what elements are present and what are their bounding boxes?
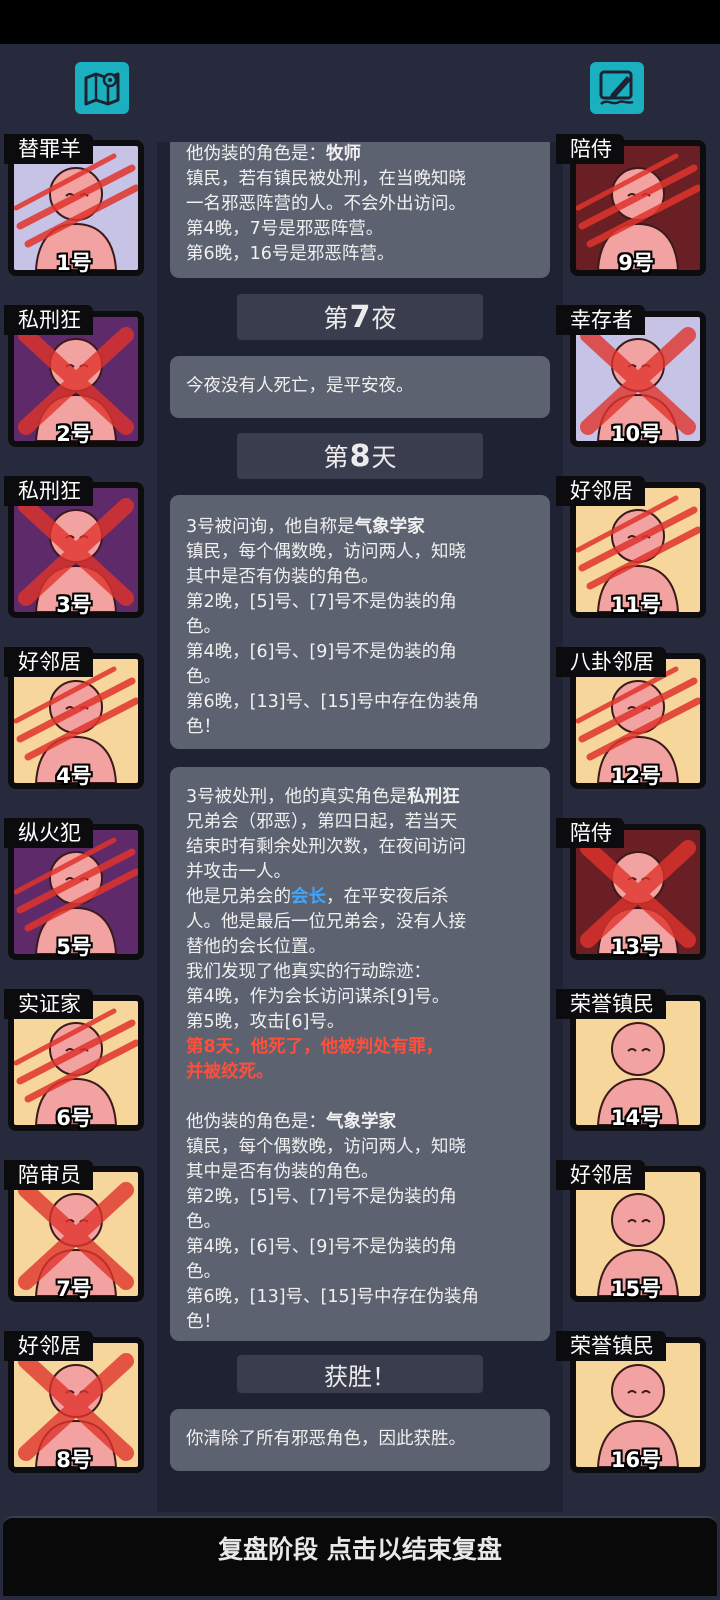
player-card-1号[interactable]: 替罪羊 1号 bbox=[0, 134, 160, 284]
player-number-label: 4号 bbox=[56, 764, 92, 788]
player-role-label: 幸存者 bbox=[556, 305, 645, 335]
player-card-9号[interactable]: 陪侍 9号 bbox=[556, 134, 720, 284]
player-card-13号[interactable]: 陪侍 13号 bbox=[556, 818, 720, 968]
map-icon bbox=[84, 72, 120, 106]
log-message-disguise: 他伪装的角色是：牧师 镇民，若有镇民被处刑，在当晚知晓 一名邪恶阵营的人。不会外… bbox=[170, 142, 550, 278]
player-role-label: 好邻居 bbox=[556, 476, 645, 506]
player-number-label: 14号 bbox=[610, 1106, 662, 1130]
player-number-label: 1号 bbox=[56, 251, 92, 275]
log-message-interrogation: 3号被问询，他自称是气象学家 镇民，每个偶数晚，访问两人，知晓 其中是否有伪装的… bbox=[170, 495, 550, 749]
player-card-16号[interactable]: 荣誉镇民 16号 bbox=[556, 1331, 720, 1481]
player-role-label: 实证家 bbox=[4, 989, 93, 1019]
player-card-15号[interactable]: 好邻居 15号 bbox=[556, 1160, 720, 1310]
player-number-label: 9号 bbox=[618, 251, 654, 275]
player-card-2号[interactable]: 私刑狂 2号 bbox=[0, 305, 160, 455]
player-card-6号[interactable]: 实证家 6号 bbox=[0, 989, 160, 1139]
day-8-header: 第8天 bbox=[237, 433, 483, 479]
status-bar bbox=[0, 0, 720, 44]
end-review-button[interactable]: 复盘阶段 点击以结束复盘 bbox=[3, 1516, 717, 1596]
player-number-label: 16号 bbox=[610, 1448, 662, 1472]
player-role-label: 八卦邻居 bbox=[556, 647, 666, 677]
player-number-label: 2号 bbox=[56, 422, 92, 446]
notes-button[interactable] bbox=[590, 62, 644, 114]
night-7-header: 第7夜 bbox=[237, 294, 483, 340]
player-role-label: 私刑狂 bbox=[4, 476, 93, 506]
log-message-execution: 3号被处刑，他的真实角色是私刑狂 兄弟会（邪恶），第四日起，若当天 结束时有剩余… bbox=[170, 767, 550, 1341]
player-number-label: 10号 bbox=[610, 422, 662, 446]
player-card-7号[interactable]: 陪审员 7号 bbox=[0, 1160, 160, 1310]
player-role-label: 替罪羊 bbox=[4, 134, 93, 164]
player-number-label: 7号 bbox=[56, 1277, 92, 1301]
player-role-label: 纵火犯 bbox=[4, 818, 93, 848]
player-card-3号[interactable]: 私刑狂 3号 bbox=[0, 476, 160, 626]
log-message-peaceful-night: 今夜没有人死亡，是平安夜。 bbox=[170, 356, 550, 418]
player-number-label: 5号 bbox=[56, 935, 92, 959]
player-role-label: 陪侍 bbox=[556, 134, 624, 164]
player-number-label: 6号 bbox=[56, 1106, 92, 1130]
map-button[interactable] bbox=[75, 62, 129, 114]
player-number-label: 11号 bbox=[610, 593, 662, 617]
player-role-label: 好邻居 bbox=[4, 1331, 93, 1361]
player-card-11号[interactable]: 好邻居 11号 bbox=[556, 476, 720, 626]
player-role-label: 好邻居 bbox=[556, 1160, 645, 1190]
player-card-5号[interactable]: 纵火犯 5号 bbox=[0, 818, 160, 968]
player-card-14号[interactable]: 荣誉镇民 14号 bbox=[556, 989, 720, 1139]
player-role-label: 荣誉镇民 bbox=[556, 989, 666, 1019]
player-role-label: 陪审员 bbox=[4, 1160, 93, 1190]
player-number-label: 3号 bbox=[56, 593, 92, 617]
player-number-label: 15号 bbox=[610, 1277, 662, 1301]
player-card-4号[interactable]: 好邻居 4号 bbox=[0, 647, 160, 797]
game-log-panel[interactable]: 他伪装的角色是：牧师 镇民，若有镇民被处刑，在当晚知晓 一名邪恶阵营的人。不会外… bbox=[157, 142, 563, 1512]
player-number-label: 12号 bbox=[610, 764, 662, 788]
player-number-label: 8号 bbox=[56, 1448, 92, 1472]
player-number-label: 13号 bbox=[610, 935, 662, 959]
player-role-label: 陪侍 bbox=[556, 818, 624, 848]
player-role-label: 好邻居 bbox=[4, 647, 93, 677]
player-card-10号[interactable]: 幸存者 10号 bbox=[556, 305, 720, 455]
player-role-label: 私刑狂 bbox=[4, 305, 93, 335]
log-message-victory: 你清除了所有邪恶角色，因此获胜。 bbox=[170, 1409, 550, 1471]
player-role-label: 荣誉镇民 bbox=[556, 1331, 666, 1361]
victory-header: 获胜！ bbox=[237, 1355, 483, 1393]
player-card-12号[interactable]: 八卦邻居 12号 bbox=[556, 647, 720, 797]
player-card-8号[interactable]: 好邻居 8号 bbox=[0, 1331, 160, 1481]
pen-icon bbox=[599, 70, 634, 105]
end-review-label: 复盘阶段 点击以结束复盘 bbox=[218, 1535, 502, 1564]
